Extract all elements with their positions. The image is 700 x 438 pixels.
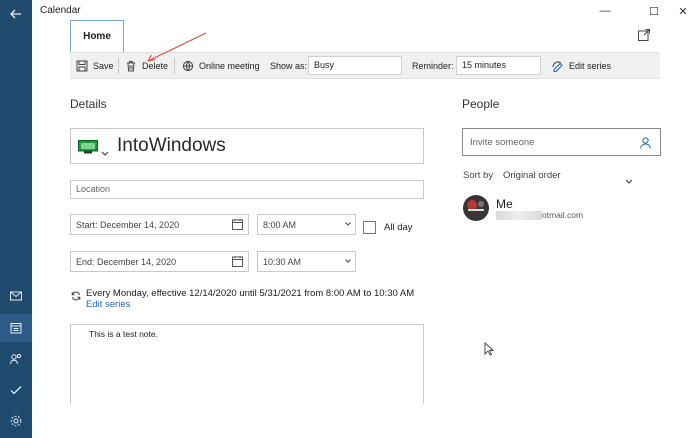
people-icon[interactable] xyxy=(0,345,32,373)
settings-icon[interactable] xyxy=(0,407,32,435)
attendee-email: otmail.com xyxy=(542,210,584,220)
window-title: Calendar xyxy=(40,5,81,16)
calendar-icon[interactable] xyxy=(0,314,32,342)
details-heading: Details xyxy=(70,97,107,111)
save-button[interactable]: Save xyxy=(76,53,114,78)
avatar xyxy=(463,195,489,221)
chevron-down-icon xyxy=(345,222,351,226)
save-label: Save xyxy=(93,60,114,71)
toolbar-divider xyxy=(118,58,119,74)
sort-order-select[interactable]: Original order xyxy=(503,170,561,181)
delete-icon xyxy=(127,60,135,71)
edit-series-icon xyxy=(552,61,563,72)
mouse-cursor-icon xyxy=(484,342,494,356)
show-as-select[interactable]: Busy xyxy=(308,56,402,75)
recurrence-summary: Every Monday, effective 12/14/2020 until… xyxy=(86,288,415,299)
location-input[interactable]: Location xyxy=(70,180,424,199)
reminder-label: Reminder: xyxy=(412,60,454,71)
category-color-icon[interactable] xyxy=(78,140,98,154)
start-time-select[interactable]: 8:00 AM xyxy=(257,214,356,235)
show-as-label: Show as: xyxy=(270,60,308,71)
end-label: End: xyxy=(76,256,95,267)
event-title-text: IntoWindows xyxy=(117,135,226,156)
edit-series-button[interactable]: Edit series xyxy=(552,53,611,78)
start-time-value: 8:00 AM xyxy=(263,219,297,230)
todo-icon[interactable] xyxy=(0,376,32,404)
back-arrow-icon[interactable] xyxy=(0,0,32,28)
chevron-down-icon[interactable] xyxy=(101,144,109,156)
popout-icon[interactable] xyxy=(637,28,651,42)
reminder-select[interactable]: 15 minutes xyxy=(456,56,541,75)
tab-home[interactable]: Home xyxy=(70,20,124,52)
sort-by-label: Sort by xyxy=(463,170,494,181)
minimize-button[interactable]: — xyxy=(588,0,622,22)
attendee-name: Me xyxy=(496,197,513,211)
people-heading: People xyxy=(462,97,500,111)
close-button[interactable]: ✕ xyxy=(666,0,700,22)
start-label: Start: xyxy=(76,219,98,230)
calendar-picker-icon xyxy=(232,256,243,267)
mail-icon[interactable] xyxy=(0,282,32,310)
invite-someone-input[interactable]: Invite someone xyxy=(462,128,661,156)
save-icon xyxy=(76,60,88,71)
annotation-arrow xyxy=(147,32,207,62)
end-date-field[interactable]: End: December 14, 2020 xyxy=(70,251,249,272)
person-icon[interactable] xyxy=(640,136,651,149)
chevron-down-icon xyxy=(345,259,351,263)
start-date-field[interactable]: Start: December 14, 2020 xyxy=(70,214,249,235)
end-time-value: 10:30 AM xyxy=(263,256,302,267)
notes-text: This is a test note. xyxy=(89,329,158,339)
edit-series-link[interactable]: Edit series xyxy=(86,299,130,310)
all-day-checkbox[interactable] xyxy=(363,221,376,234)
end-date-value: December 14, 2020 xyxy=(97,256,177,267)
edit-series-label: Edit series xyxy=(569,60,612,71)
recurrence-icon xyxy=(71,288,81,301)
all-day-label: All day xyxy=(384,222,413,233)
attendee-email-blurred xyxy=(496,211,542,220)
start-date-value: December 14, 2020 xyxy=(100,219,180,230)
end-time-select[interactable]: 10:30 AM xyxy=(257,251,356,272)
calendar-picker-icon xyxy=(232,219,243,230)
chevron-down-icon[interactable] xyxy=(625,172,633,184)
